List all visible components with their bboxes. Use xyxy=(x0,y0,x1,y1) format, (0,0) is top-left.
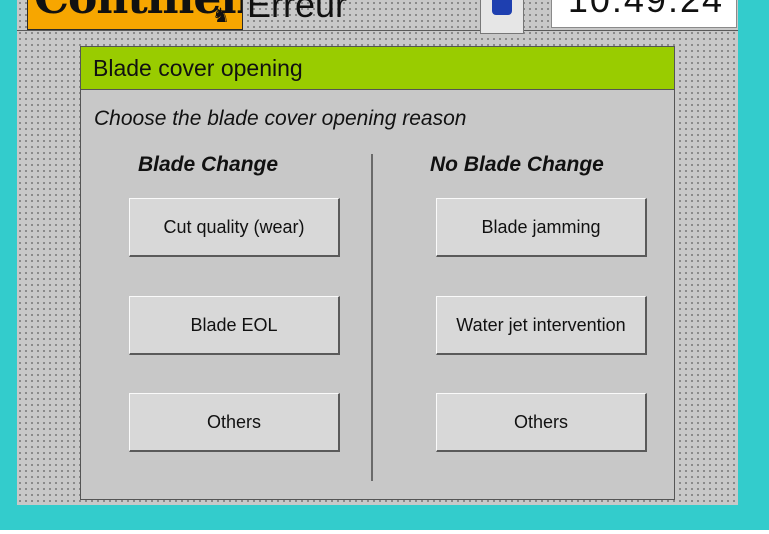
blade-cover-dialog: Blade cover opening Choose the blade cov… xyxy=(80,46,675,500)
no-blade-change-heading: No Blade Change xyxy=(430,153,604,176)
column-divider xyxy=(371,154,373,481)
hmi-frame: Continental ♞ Erreur 10:49:24 Blade cove… xyxy=(0,0,769,530)
blade-eol-button[interactable]: Blade EOL xyxy=(129,296,340,355)
blade-jamming-button[interactable]: Blade jamming xyxy=(436,198,647,257)
water-jet-intervention-button[interactable]: Water jet intervention xyxy=(436,296,647,355)
status-text: Erreur xyxy=(247,0,348,25)
user-icon[interactable] xyxy=(480,0,524,34)
continental-logo: Continental ♞ xyxy=(27,0,243,30)
hmi-screen: Continental ♞ Erreur 10:49:24 Blade cove… xyxy=(17,0,738,505)
cut-quality-button[interactable]: Cut quality (wear) xyxy=(129,198,340,257)
horse-icon: ♞ xyxy=(212,5,230,27)
dialog-title: Blade cover opening xyxy=(81,47,674,90)
dialog-prompt: Choose the blade cover opening reason xyxy=(94,107,467,130)
clock-display: 10:49:24 xyxy=(551,0,737,28)
no-blade-change-others-button[interactable]: Others xyxy=(436,393,647,452)
user-figure-icon xyxy=(492,0,512,15)
blade-change-heading: Blade Change xyxy=(138,153,279,176)
header-divider xyxy=(17,30,738,31)
blade-change-others-button[interactable]: Others xyxy=(129,393,340,452)
clock-text: 10:49:24 xyxy=(568,0,724,21)
